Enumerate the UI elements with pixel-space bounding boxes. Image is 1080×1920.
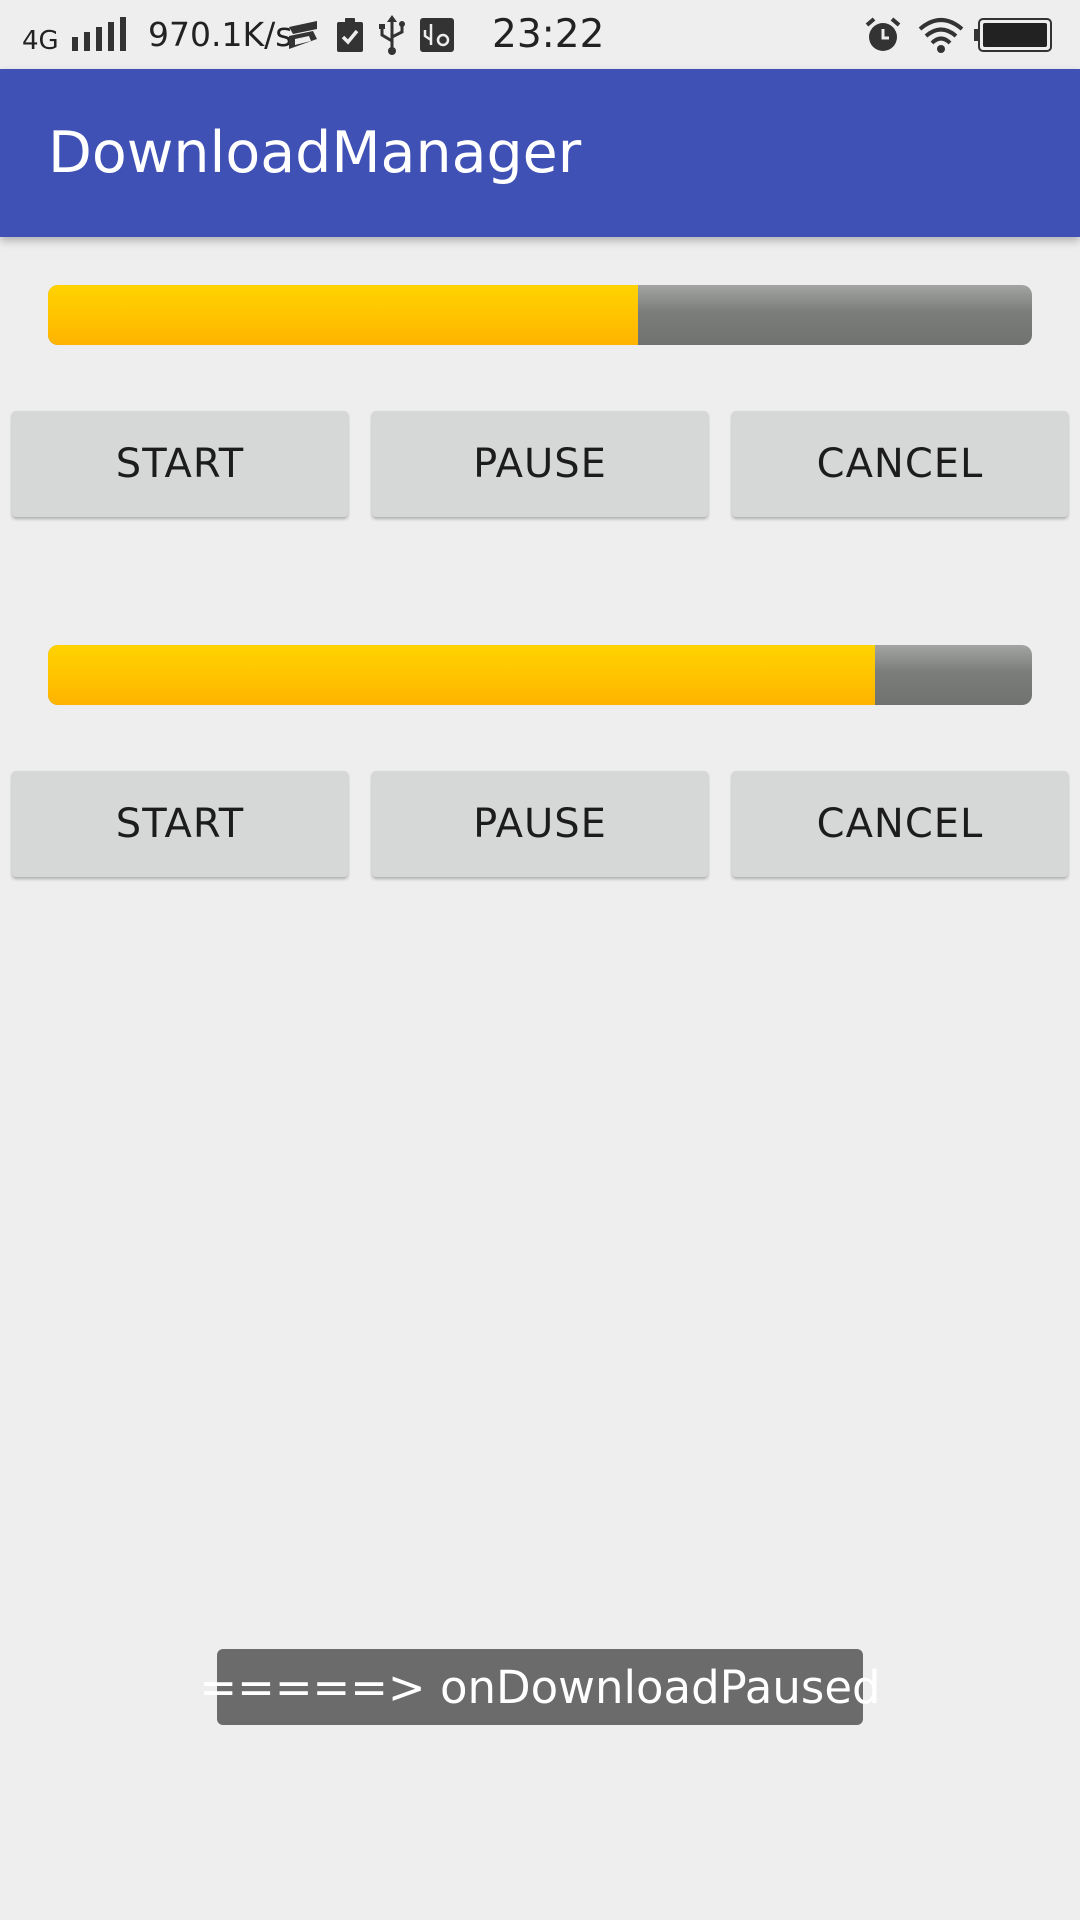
wifi-icon xyxy=(918,0,964,69)
clipboard-check-icon xyxy=(337,0,363,69)
app-title: DownloadManager xyxy=(48,120,582,186)
signal-icon xyxy=(72,0,128,69)
usb-icon xyxy=(378,0,406,69)
alarm-icon xyxy=(864,0,902,69)
toast-message: =====> onDownloadPaused xyxy=(199,1649,881,1725)
usb-settings-icon xyxy=(420,0,454,69)
progress-fill xyxy=(48,645,875,705)
cancel-button[interactable]: CANCEL xyxy=(732,771,1068,877)
progress-fill xyxy=(48,285,639,345)
download-controls-2: START PAUSE CANCEL xyxy=(12,771,1068,877)
start-button[interactable]: START xyxy=(12,771,348,877)
download-progress-bar-1 xyxy=(48,285,1032,345)
pause-button[interactable]: PAUSE xyxy=(372,411,708,517)
clock: 23:22 xyxy=(492,12,605,57)
status-bar: 4G 970.1K/s 23:22 xyxy=(0,0,1080,69)
network-type: 4G xyxy=(22,25,59,56)
cancel-button[interactable]: CANCEL xyxy=(732,411,1068,517)
battery-icon xyxy=(974,0,1052,69)
start-button[interactable]: START xyxy=(12,411,348,517)
app-bar: DownloadManager xyxy=(0,69,1080,237)
sogou-icon xyxy=(285,0,321,69)
download-controls-1: START PAUSE CANCEL xyxy=(12,411,1068,517)
pause-button[interactable]: PAUSE xyxy=(372,771,708,877)
download-progress-bar-2 xyxy=(48,645,1032,705)
network-speed: 970.1K/s xyxy=(148,15,293,54)
